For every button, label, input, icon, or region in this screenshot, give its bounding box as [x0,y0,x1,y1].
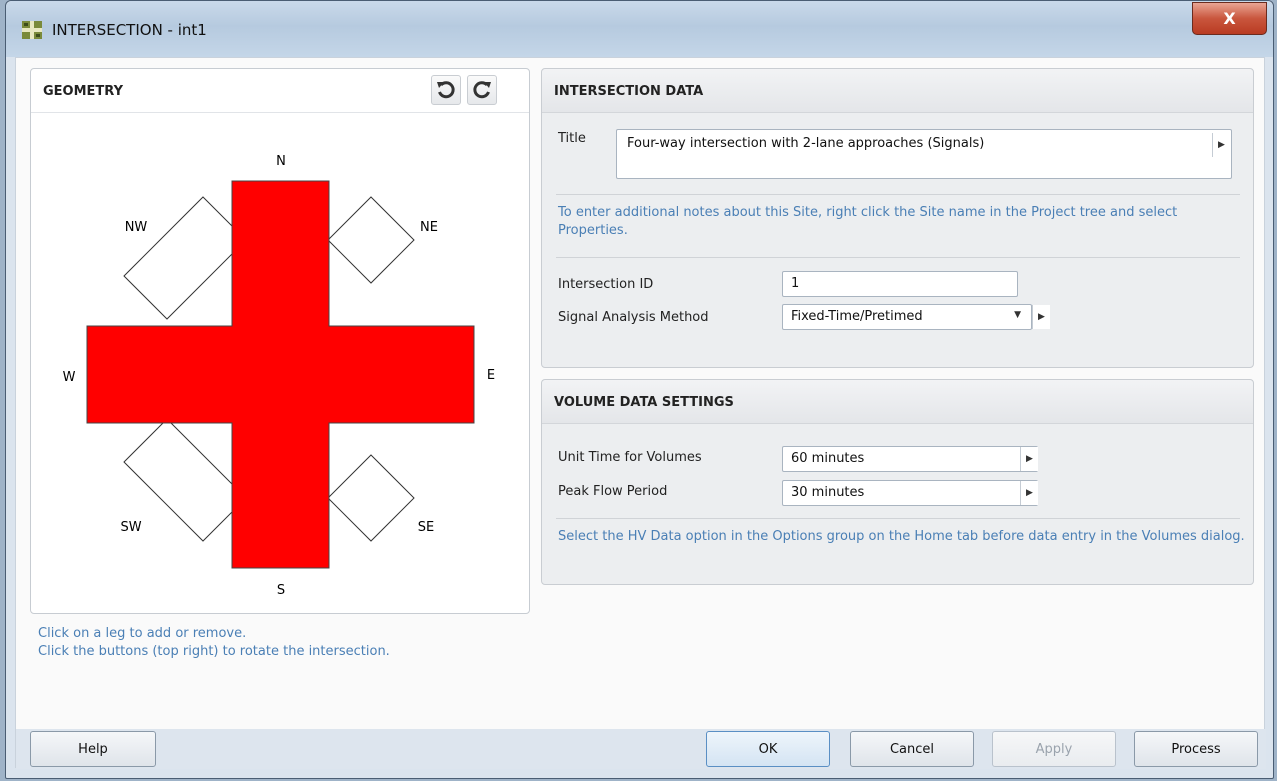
volume-settings-header: VOLUME DATA SETTINGS [542,380,1253,424]
leg-nw[interactable] [123,196,247,320]
volume-settings-panel: VOLUME DATA SETTINGS Unit Time for Volum… [541,379,1254,585]
intersection-id-label: Intersection ID [558,277,654,292]
leg-label-e: E [487,368,495,383]
peak-flow-value: 30 minutes [791,485,865,500]
geometry-hint-2: Click the buttons (top right) to rotate … [38,644,390,659]
leg-label-n: N [276,154,286,169]
leg-label-se: SE [418,520,434,535]
cancel-button-label: Cancel [889,741,935,757]
help-button[interactable]: Help [30,731,156,767]
intersection-data-title: INTERSECTION DATA [554,84,704,99]
separator [556,518,1240,519]
geometry-header: GEOMETRY [31,69,529,113]
rotate-right-icon [473,81,491,99]
ok-button-label: OK [758,741,778,757]
peak-flow-label: Peak Flow Period [558,484,668,499]
geometry-panel: GEOMETRY N NW NE W E SW SE S [30,68,530,614]
help-button-label: Help [78,741,108,757]
leg-sw[interactable] [123,418,247,542]
window-title: INTERSECTION - int1 [52,21,207,39]
leg-label-sw: SW [120,520,141,535]
leg-se[interactable] [327,454,415,542]
intersection-app-icon [22,21,42,39]
dialog-body: GEOMETRY N NW NE W E SW SE S Click on a … [15,57,1266,769]
signal-method-expand-button[interactable]: ▶ [1032,305,1050,329]
leg-label-nw: NW [125,220,148,235]
title-label: Title [558,131,586,146]
signal-method-select[interactable]: Fixed-Time/Pretimed ▼ [782,304,1032,330]
apply-button-label: Apply [1035,741,1073,757]
button-bar: Help OK Cancel Apply Process [16,729,1266,769]
geometry-hint-1: Click on a leg to add or remove. [38,626,247,641]
geometry-title: GEOMETRY [43,84,123,99]
site-notes-hint: To enter additional notes about this Sit… [558,205,1178,238]
intersection-data-panel: INTERSECTION DATA Title Four-way interse… [541,68,1254,368]
intersection-dialog: INTERSECTION - int1 X GEOMETRY N NW NE W… [5,0,1274,779]
ok-button[interactable]: OK [706,731,830,767]
signal-method-label: Signal Analysis Method [558,310,709,325]
right-arrow-icon: ▶ [1038,312,1045,322]
leg-label-w: W [63,370,76,385]
hv-data-hint: Select the HV Data option in the Options… [558,529,1245,544]
leg-ne[interactable] [327,196,415,284]
peak-flow-select[interactable]: 30 minutes [782,480,1038,506]
peak-flow-expand-button[interactable]: ▶ [1020,481,1038,505]
process-button-label: Process [1171,741,1221,757]
close-button[interactable]: X [1192,2,1267,35]
dropdown-arrow-icon[interactable]: ▼ [1014,310,1021,320]
intersection-id-value: 1 [791,276,800,291]
leg-label-s: S [277,583,285,598]
title-bar[interactable]: INTERSECTION - int1 X [6,1,1273,57]
volume-settings-title: VOLUME DATA SETTINGS [554,395,734,410]
title-value: Four-way intersection with 2-lane approa… [627,136,985,151]
intersection-data-header: INTERSECTION DATA [542,69,1253,113]
unit-time-label: Unit Time for Volumes [558,450,702,465]
intersection-diagram[interactable]: N NW NE W E SW SE S [31,113,529,613]
right-arrow-icon: ▶ [1218,140,1225,150]
active-legs-shape[interactable] [86,180,475,569]
intersection-id-input[interactable]: 1 [782,271,1018,297]
unit-time-value: 60 minutes [791,451,865,466]
signal-method-value: Fixed-Time/Pretimed [791,309,923,324]
title-field[interactable]: Four-way intersection with 2-lane approa… [616,129,1232,179]
cancel-button[interactable]: Cancel [850,731,974,767]
right-arrow-icon: ▶ [1026,454,1033,464]
leg-label-ne: NE [420,220,438,235]
separator [556,257,1240,258]
rotate-left-icon [437,81,455,99]
separator [556,194,1240,195]
unit-time-expand-button[interactable]: ▶ [1020,447,1038,471]
title-expand-button[interactable]: ▶ [1212,133,1230,157]
right-arrow-icon: ▶ [1026,488,1033,498]
close-icon: X [1223,9,1236,28]
unit-time-select[interactable]: 60 minutes [782,446,1038,472]
rotate-clockwise-button[interactable] [467,75,497,105]
rotate-counterclockwise-button[interactable] [431,75,461,105]
apply-button[interactable]: Apply [992,731,1116,767]
process-button[interactable]: Process [1134,731,1258,767]
